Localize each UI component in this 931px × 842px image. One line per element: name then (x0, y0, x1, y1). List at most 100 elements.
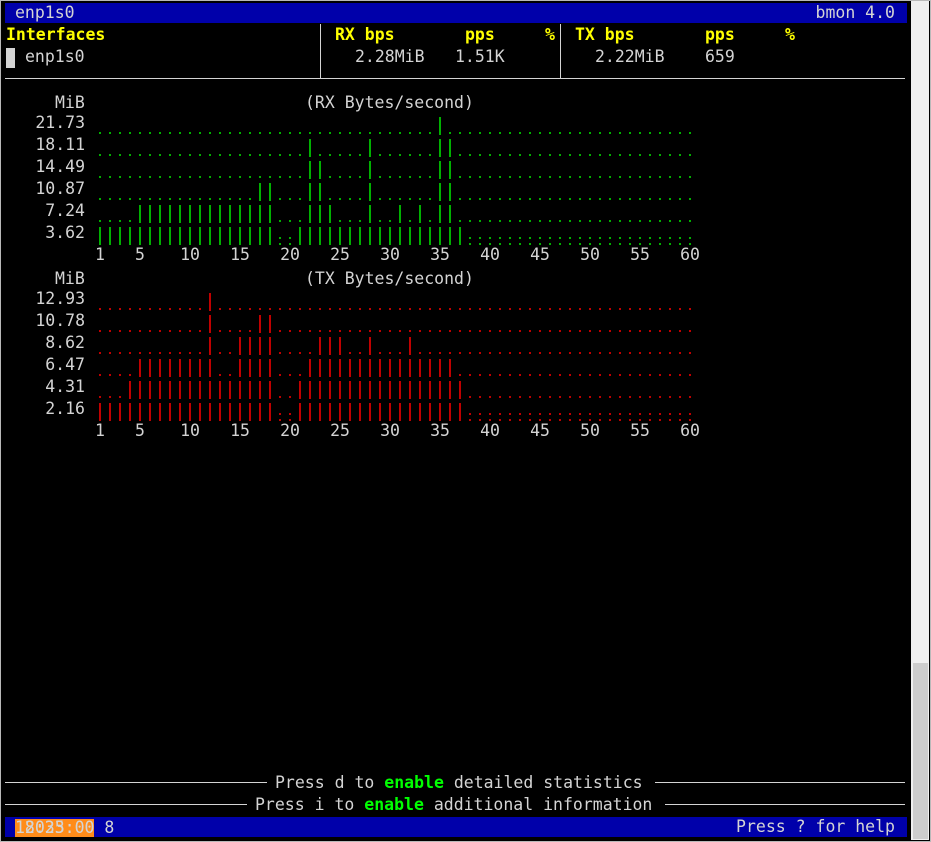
graph-empty-cell (589, 352, 591, 354)
graph-empty-cell (669, 419, 671, 421)
graph-empty-cell (679, 237, 681, 239)
graph-bar-cell (309, 139, 311, 157)
graph-bar-cell (379, 381, 381, 399)
graph-empty-cell (309, 352, 311, 354)
graph-bar-cell (319, 227, 321, 245)
graph-empty-cell (579, 330, 581, 332)
graph-empty-cell (659, 176, 661, 178)
graph-empty-cell (429, 176, 431, 178)
graph-empty-cell (629, 237, 631, 239)
graph-bar-cell (299, 403, 301, 421)
graph-empty-cell (109, 132, 111, 134)
graph-empty-cell (379, 176, 381, 178)
graph-bar-cell (459, 403, 461, 421)
graph-bar-cell (439, 117, 441, 135)
graph-empty-cell (279, 413, 281, 415)
graph-empty-cell (199, 198, 201, 200)
graph-empty-cell (619, 374, 621, 376)
graph-empty-cell (299, 308, 301, 310)
graph-empty-cell (669, 413, 671, 415)
graph-empty-cell (149, 330, 151, 332)
graph-empty-cell (389, 220, 391, 222)
graph-empty-cell (109, 308, 111, 310)
graph-empty-cell (619, 419, 621, 421)
graph-bar-cell (129, 227, 131, 245)
graph-empty-cell (609, 154, 611, 156)
graph-bar-cell (439, 205, 441, 223)
graph-empty-cell (159, 308, 161, 310)
graph-empty-cell (329, 154, 331, 156)
graph-empty-cell (519, 352, 521, 354)
graph-empty-cell (559, 132, 561, 134)
graph-empty-cell (459, 308, 461, 310)
footer-rule (5, 782, 267, 783)
y-tick-label: 4.31 (45, 377, 85, 396)
graph-bar-cell (429, 403, 431, 421)
graph-empty-cell (109, 220, 111, 222)
graph-empty-cell (509, 237, 511, 239)
graph-bar-cell (409, 381, 411, 399)
graph-bar-cell (449, 403, 451, 421)
graph-empty-cell (239, 176, 241, 178)
graph-empty-cell (679, 198, 681, 200)
graph-empty-cell (369, 132, 371, 134)
graph-empty-cell (99, 176, 101, 178)
graph-bar-cell (179, 359, 181, 377)
help-hint[interactable]: Press ? for help (736, 818, 895, 836)
graph-empty-cell (679, 154, 681, 156)
graph-empty-cell (109, 396, 111, 398)
graph-empty-cell (99, 132, 101, 134)
graph-empty-cell (639, 308, 641, 310)
graph-empty-cell (229, 154, 231, 156)
graph-empty-cell (459, 154, 461, 156)
graph-bar-cell (109, 403, 111, 421)
graph-empty-cell (569, 198, 571, 200)
graph-empty-cell (529, 374, 531, 376)
graph-empty-cell (639, 176, 641, 178)
graph-empty-cell (129, 198, 131, 200)
graph-bar-cell (169, 205, 171, 223)
graph-empty-cell (389, 330, 391, 332)
graph-empty-cell (489, 198, 491, 200)
graph-empty-cell (169, 154, 171, 156)
graph-empty-cell (379, 352, 381, 354)
graph-bar-cell (159, 381, 161, 399)
graph-empty-cell (619, 413, 621, 415)
expand-marker[interactable]: + (15, 47, 25, 66)
graph-empty-cell (569, 220, 571, 222)
graph-empty-cell (399, 308, 401, 310)
scrollbar-thumb[interactable] (913, 663, 928, 839)
x-tick-label: 15 (230, 245, 250, 264)
graph-bar-cell (249, 205, 251, 223)
graph-bar-cell (439, 227, 441, 245)
graph-empty-cell (299, 154, 301, 156)
graph-empty-cell (199, 154, 201, 156)
graph-bar-cell (339, 359, 341, 377)
graph-empty-cell (279, 132, 281, 134)
graph-bar-cell (139, 381, 141, 399)
graph-bar-cell (269, 403, 271, 421)
graph-bar-cell (129, 381, 131, 399)
graph-empty-cell (309, 132, 311, 134)
graph-bar-cell (189, 403, 191, 421)
interface-name[interactable]: enp1s0 (25, 47, 85, 66)
x-tick-label: 20 (280, 421, 300, 440)
col-tx-pps: pps (705, 25, 735, 44)
graph-bar-cell (449, 205, 451, 223)
graph-bar-cell (379, 403, 381, 421)
graph-empty-cell (249, 176, 251, 178)
graph-empty-cell (429, 352, 431, 354)
graph-empty-cell (659, 374, 661, 376)
graph-empty-cell (279, 352, 281, 354)
graph-empty-cell (569, 176, 571, 178)
graph-bar-cell (369, 337, 371, 355)
graph-bar-cell (369, 403, 371, 421)
graph-bar-cell (239, 205, 241, 223)
graph-empty-cell (549, 330, 551, 332)
graph-bar-cell (369, 183, 371, 201)
graph-empty-cell (509, 396, 511, 398)
graph-empty-cell (369, 330, 371, 332)
graph-bar-cell (379, 227, 381, 245)
graph-empty-cell (629, 198, 631, 200)
graph-bar-cell (319, 381, 321, 399)
